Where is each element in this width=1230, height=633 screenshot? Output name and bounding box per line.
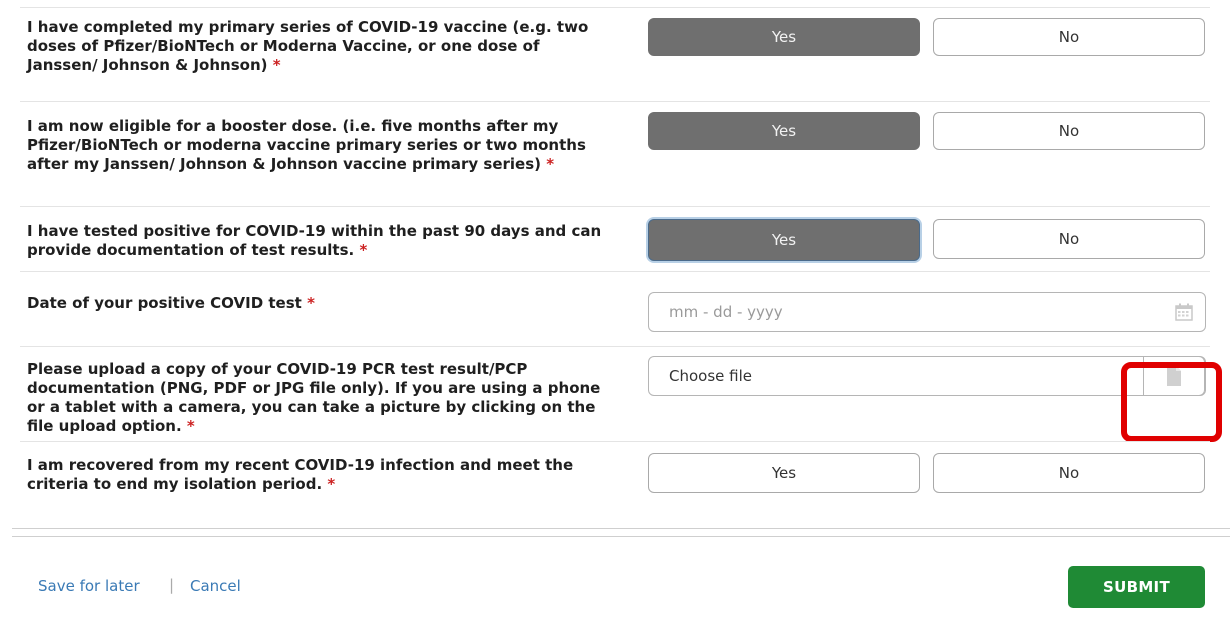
- booster-yes-button[interactable]: Yes: [648, 112, 920, 150]
- primary-series-yes-button[interactable]: Yes: [648, 18, 920, 56]
- cancel-link[interactable]: Cancel: [190, 577, 241, 595]
- question-tested-positive: I have tested positive for COVID-19 with…: [27, 222, 602, 259]
- test-date-input[interactable]: mm - dd - yyyy: [648, 292, 1206, 332]
- recovered-no-button[interactable]: No: [933, 453, 1205, 493]
- required-marker: *: [327, 475, 336, 493]
- footer-separator: |: [169, 576, 175, 594]
- calendar-icon[interactable]: [1171, 299, 1197, 325]
- choose-file-label: Choose file: [669, 367, 752, 385]
- footer-divider: [12, 528, 1230, 529]
- row-divider: [20, 101, 1210, 102]
- booster-no-button[interactable]: No: [933, 112, 1205, 150]
- question-upload: Please upload a copy of your COVID-19 PC…: [27, 360, 601, 435]
- row-divider: [20, 441, 1210, 442]
- required-marker: *: [546, 155, 555, 173]
- row-divider: [20, 206, 1210, 207]
- row-divider: [20, 271, 1210, 272]
- row-divider: [20, 346, 1210, 347]
- highlight-box: [1121, 362, 1222, 442]
- recovered-yes-button[interactable]: Yes: [648, 453, 920, 493]
- tested-positive-yes-button[interactable]: Yes: [648, 219, 920, 261]
- row-divider: [20, 7, 1210, 8]
- required-marker: *: [359, 241, 368, 259]
- question-recovered: I am recovered from my recent COVID-19 i…: [27, 456, 574, 493]
- footer-divider: [12, 536, 1230, 537]
- question-primary-series: I have completed my primary series of CO…: [27, 18, 589, 74]
- primary-series-no-button[interactable]: No: [933, 18, 1205, 56]
- question-booster-eligible: I am now eligible for a booster dose. (i…: [27, 117, 586, 173]
- test-date-placeholder: mm - dd - yyyy: [669, 303, 783, 321]
- required-marker: *: [307, 294, 315, 312]
- required-marker: *: [186, 417, 195, 435]
- submit-button[interactable]: SUBMIT: [1068, 566, 1205, 608]
- question-test-date: Date of your positive COVID test *: [27, 294, 315, 312]
- tested-positive-no-button[interactable]: No: [933, 219, 1205, 259]
- save-for-later-link[interactable]: Save for later: [38, 577, 140, 595]
- required-marker: *: [272, 56, 281, 74]
